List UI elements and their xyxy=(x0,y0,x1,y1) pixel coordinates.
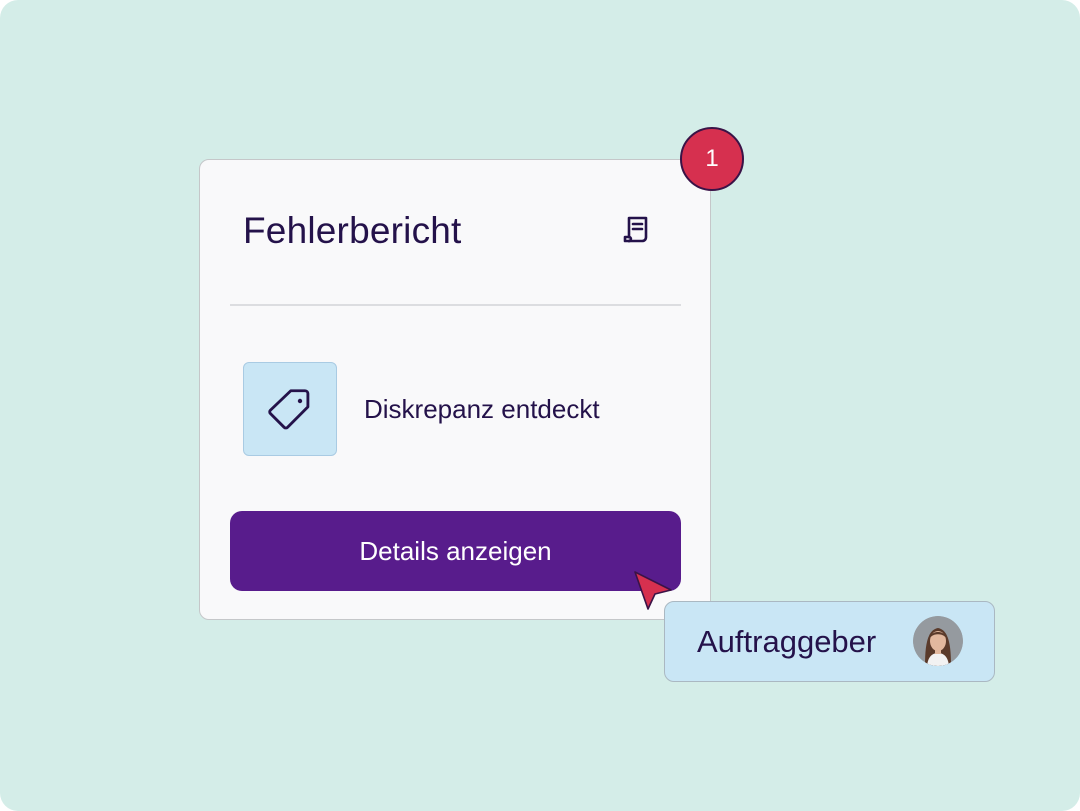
canvas: Fehlerbericht Diskrepanz entdeckt Detail… xyxy=(0,0,1080,811)
notification-badge: 1 xyxy=(680,127,744,191)
error-report-card: Fehlerbericht Diskrepanz entdeckt Detail… xyxy=(199,159,711,620)
mouse-cursor-icon xyxy=(634,571,672,610)
show-details-button[interactable]: Details anzeigen xyxy=(230,511,681,591)
card-title: Fehlerbericht xyxy=(243,210,462,251)
price-tag-icon xyxy=(268,389,310,430)
client-user-chip: Auftraggeber xyxy=(664,601,995,682)
user-role-label: Auftraggeber xyxy=(697,624,877,659)
divider xyxy=(230,304,681,306)
avatar xyxy=(913,616,963,666)
tag-icon-box xyxy=(243,362,337,456)
receipt-icon[interactable] xyxy=(620,214,652,246)
discrepancy-label: Diskrepanz entdeckt xyxy=(364,394,600,424)
